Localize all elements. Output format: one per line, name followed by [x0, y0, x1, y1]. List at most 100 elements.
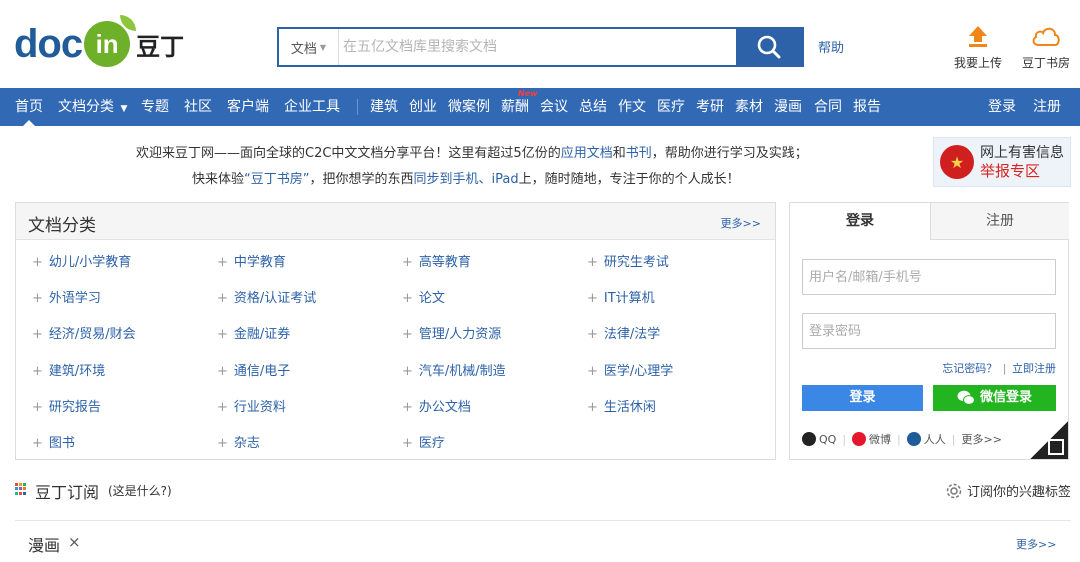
category-item[interactable]: + 中学教育 — [217, 251, 286, 270]
plus-icon: + — [402, 327, 413, 342]
nav-doc-categories[interactable]: 文档分类 ▼ — [58, 88, 127, 126]
more-login-options[interactable]: 更多>> — [961, 431, 1001, 447]
category-item[interactable]: + 行业资料 — [217, 396, 286, 415]
category-item[interactable]: + 通信/电子 — [217, 360, 290, 379]
bookroom-link[interactable]: “豆丁书房” — [244, 172, 309, 187]
subscription-what-link[interactable]: (这是什么?) — [108, 482, 172, 499]
search-type-label: 文档 — [290, 41, 317, 57]
category-item[interactable]: + 医疗 — [402, 432, 445, 451]
subscription-title: 豆丁订阅 — [35, 483, 100, 502]
nav-register[interactable]: 注册 — [1033, 88, 1061, 126]
plus-icon: + — [402, 364, 413, 379]
sync-link[interactable]: 同步到手机、iPad — [414, 172, 519, 187]
nav-community[interactable]: 社区 — [184, 88, 212, 126]
harmful-info-report-banner[interactable]: ★ 网上有害信息 举报专区 — [933, 137, 1071, 187]
grid-icon — [15, 483, 27, 495]
category-label: 医学/心理学 — [603, 364, 674, 379]
manga-more-link[interactable]: 更多>> — [1016, 536, 1056, 552]
subscription-header: 豆丁订阅 (这是什么?) 订阅你的兴趣标签 — [15, 478, 1071, 504]
category-item[interactable]: + 图书 — [32, 432, 75, 451]
nav-architecture[interactable]: 建筑 — [370, 88, 398, 126]
weibo-login[interactable]: 微博 — [852, 431, 891, 447]
nav-home[interactable]: 首页 — [15, 88, 43, 126]
category-item[interactable]: + 经济/贸易/财会 — [32, 323, 136, 342]
category-item[interactable]: + IT计算机 — [587, 287, 655, 306]
category-item[interactable]: + 外语学习 — [32, 287, 101, 306]
subscribe-tags-link[interactable]: 订阅你的兴趣标签 — [945, 481, 1071, 500]
plus-icon: + — [217, 364, 228, 379]
categories-more-link[interactable]: 更多>> — [721, 215, 761, 231]
qq-label: QQ — [819, 432, 837, 446]
nav-enterprise-tools[interactable]: 企业工具 — [284, 88, 340, 126]
login-button[interactable]: 登录 — [802, 385, 923, 411]
nav-summary[interactable]: 总结 — [579, 88, 607, 126]
forgot-password-link[interactable]: 忘记密码？ — [942, 362, 997, 375]
category-item[interactable]: + 汽车/机械/制造 — [402, 360, 506, 379]
renren-login[interactable]: 人人 — [906, 431, 946, 447]
nav-essay[interactable]: 作文 — [618, 88, 646, 126]
nav-report[interactable]: 报告 — [853, 88, 881, 126]
close-icon[interactable]: × — [68, 533, 81, 551]
category-item[interactable]: + 生活休闲 — [587, 396, 656, 415]
upload-button[interactable]: 我要上传 — [948, 20, 1008, 71]
manga-section-title: 漫画 — [28, 536, 61, 555]
nav-startup[interactable]: 创业 — [409, 88, 437, 126]
plus-icon: + — [217, 436, 228, 451]
category-item[interactable]: + 高等教育 — [402, 251, 471, 270]
app-docs-link[interactable]: 应用文档 — [561, 146, 613, 161]
search-input[interactable] — [339, 29, 736, 65]
category-item[interactable]: + 杂志 — [217, 432, 260, 451]
separator: | — [842, 432, 847, 446]
wechat-icon — [957, 390, 975, 405]
nav-login[interactable]: 登录 — [988, 88, 1016, 126]
category-label: 高等教育 — [418, 255, 471, 270]
category-item[interactable]: + 研究生考试 — [587, 251, 669, 270]
category-item[interactable]: + 建筑/环境 — [32, 360, 105, 379]
nav-micro-case[interactable]: 微案例 — [448, 88, 490, 126]
help-link[interactable]: 帮助 — [818, 37, 844, 56]
category-label: 汽车/机械/制造 — [418, 364, 506, 379]
category-item[interactable]: + 金融/证券 — [217, 323, 290, 342]
plus-icon: + — [402, 255, 413, 270]
nav-client[interactable]: 客户端 — [227, 88, 269, 126]
welcome-text: ，帮助你进行学习及实践； — [651, 146, 808, 161]
username-input[interactable] — [802, 259, 1056, 295]
category-item[interactable]: + 医学/心理学 — [587, 360, 673, 379]
welcome-text: 和 — [612, 146, 626, 161]
tab-register[interactable]: 注册 — [930, 203, 1069, 240]
bookroom-button[interactable]: 豆丁书房 — [1016, 20, 1076, 71]
qr-code-icon — [1048, 439, 1064, 455]
category-item[interactable]: + 幼儿/小学教育 — [32, 251, 131, 270]
login-links: 忘记密码？ | 立即注册 — [942, 360, 1056, 376]
register-now-link[interactable]: 立即注册 — [1012, 362, 1056, 375]
nav-topics[interactable]: 专题 — [141, 88, 169, 126]
plus-icon: + — [587, 291, 598, 306]
qq-login[interactable]: QQ — [802, 432, 836, 446]
category-item[interactable]: + 研究报告 — [32, 396, 101, 415]
category-item[interactable]: + 法律/法学 — [587, 323, 660, 342]
nav-meeting[interactable]: 会议 — [540, 88, 568, 126]
books-link[interactable]: 书刊 — [626, 146, 652, 161]
category-item[interactable]: + 论文 — [402, 287, 445, 306]
plus-icon: + — [217, 291, 228, 306]
category-item[interactable]: + 办公文档 — [402, 396, 471, 415]
plus-icon: + — [587, 327, 598, 342]
nav-contract[interactable]: 合同 — [814, 88, 842, 126]
category-item[interactable]: + 管理/人力资源 — [402, 323, 501, 342]
nav-medical[interactable]: 医疗 — [657, 88, 685, 126]
bookroom-label: 豆丁书房 — [1021, 56, 1070, 70]
category-label: 行业资料 — [233, 400, 286, 415]
password-input[interactable] — [802, 313, 1056, 349]
report-line-2: 举报专区 — [980, 162, 1041, 180]
search-type-dropdown[interactable]: 文档 ▼ — [279, 29, 339, 65]
wechat-login-button[interactable]: 微信登录 — [933, 385, 1056, 411]
nav-manga[interactable]: 漫画 — [774, 88, 802, 126]
nav-material[interactable]: 素材 — [735, 88, 763, 126]
search-button[interactable] — [736, 29, 802, 65]
category-item[interactable]: + 资格/认证考试 — [217, 287, 316, 306]
nav-postgrad[interactable]: 考研 — [696, 88, 724, 126]
plus-icon: + — [32, 436, 43, 451]
tab-login[interactable]: 登录 — [790, 203, 930, 240]
docin-logo[interactable]: doc in 豆丁 — [14, 15, 184, 72]
qr-code-toggle[interactable] — [1030, 421, 1068, 459]
